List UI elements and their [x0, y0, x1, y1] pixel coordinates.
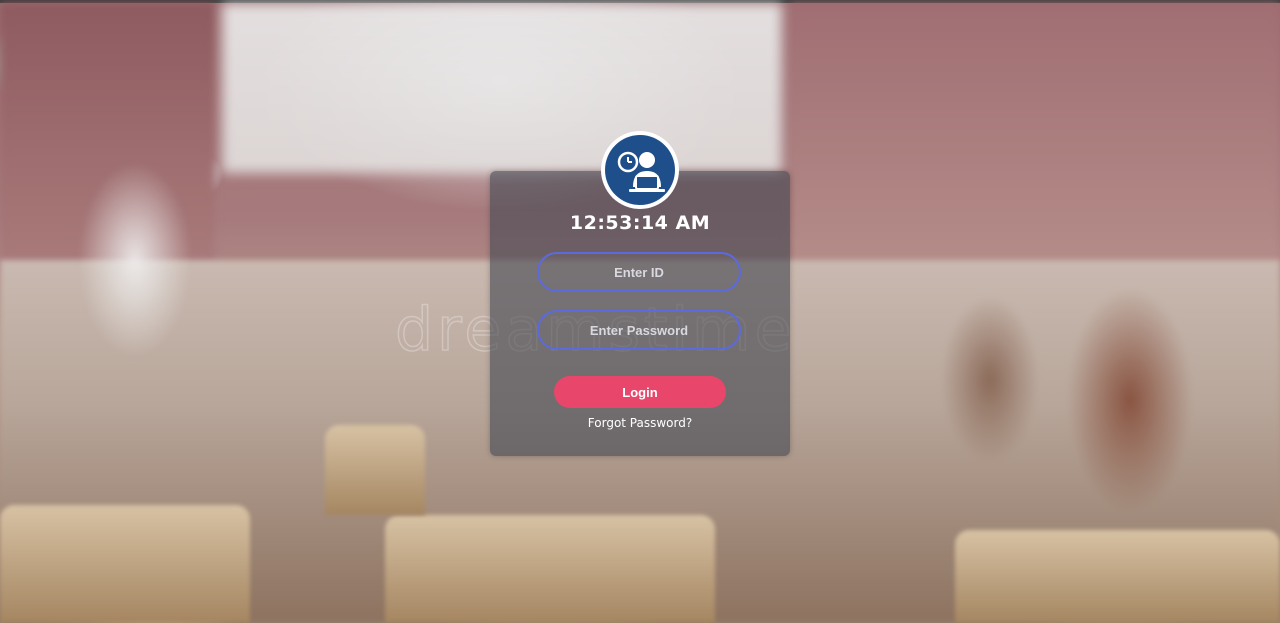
background-chair [385, 515, 715, 623]
background-chair [325, 425, 425, 515]
clock-display: 12:53:14 AM [569, 212, 711, 234]
password-input[interactable] [537, 310, 741, 350]
id-input[interactable] [537, 252, 741, 292]
login-page: dreamstime 12:53:14 AM Login Forgot Pass… [0, 0, 1280, 623]
forgot-password-link[interactable]: Forgot Password? [490, 416, 790, 430]
login-button[interactable]: Login [554, 376, 726, 408]
background-chair [0, 505, 250, 623]
user-at-laptop-with-clock-icon [605, 135, 675, 205]
background-chair [955, 530, 1280, 623]
avatar [601, 131, 679, 209]
background-presenter [60, 130, 210, 390]
background-projector-screen [222, 3, 782, 173]
background-wall-right [790, 3, 1280, 273]
